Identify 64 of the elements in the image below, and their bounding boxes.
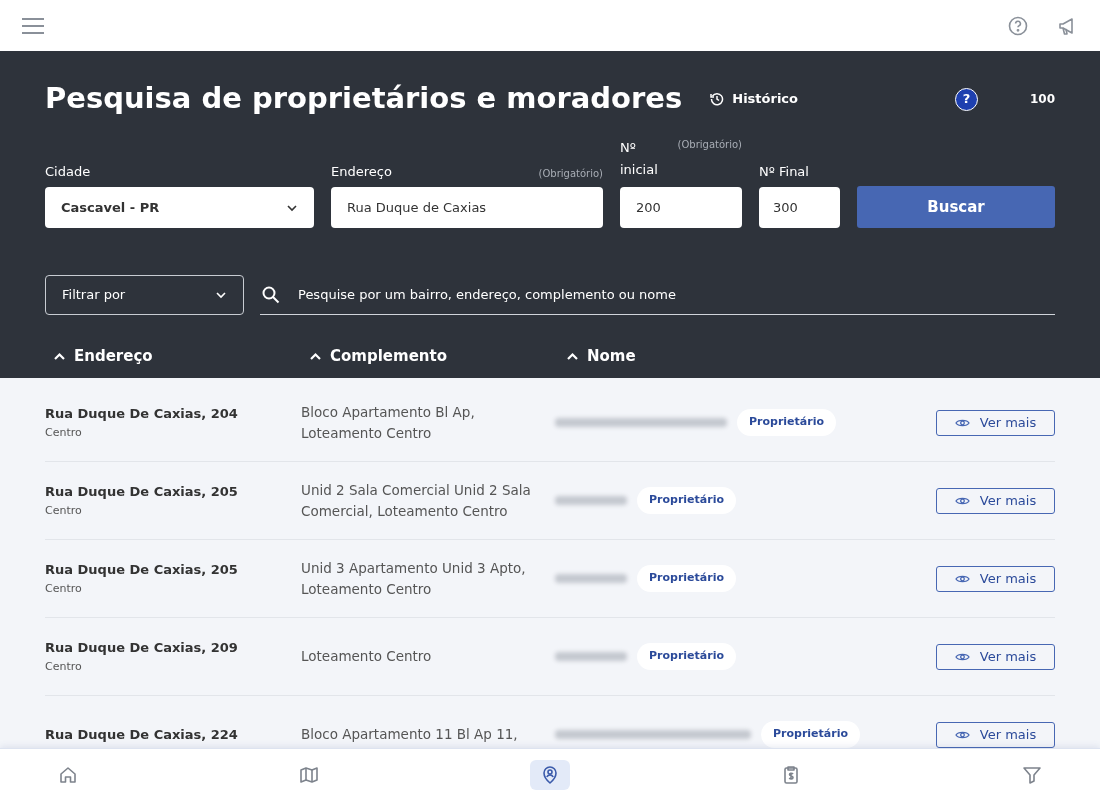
address-input[interactable]: Rua Duque de Caxias <box>331 187 603 228</box>
district-text: Centro <box>45 581 83 597</box>
address-text: Rua Duque De Caxias, 205 <box>45 482 239 501</box>
view-more-button[interactable]: Ver mais <box>936 409 1055 436</box>
address-text: Rua Duque De Caxias, 204 <box>45 404 239 423</box>
field-label: Nº Final <box>759 162 810 181</box>
map-icon <box>299 764 319 785</box>
search-field[interactable]: Pesquise por um bairro, endereço, complemento ou nome <box>298 284 1053 305</box>
result-count: 100 <box>1029 91 1055 108</box>
search-button[interactable]: Buscar <box>857 186 1055 228</box>
chevron-down-icon <box>215 291 227 299</box>
clipboard-icon <box>781 764 801 785</box>
complement-text: Unid 2 Sala Comercial Unid 2 Sala Comercial, Loteamento Centro <box>301 480 532 521</box>
address-text: Rua Duque De Caxias, 205 <box>45 560 239 579</box>
field-label: Endereço <box>331 162 392 181</box>
chevron-up-icon <box>309 351 322 361</box>
district-text: Centro <box>45 503 83 519</box>
filter-icon <box>1022 764 1042 785</box>
complement-text: Unid 3 Apartamento Unid 3 Apto, Loteamento Centro <box>301 558 527 599</box>
field-label: Nº inicial <box>620 139 659 179</box>
filter-dropdown[interactable]: Filtrar por <box>45 275 244 315</box>
history-icon <box>710 92 725 106</box>
view-more-button[interactable]: Ver mais <box>936 565 1055 592</box>
owner-badge: Proprietário <box>637 565 736 592</box>
district-text: Centro <box>45 659 83 675</box>
city-dropdown[interactable]: Cascavel - PR <box>45 187 314 228</box>
help-badge[interactable]: ? <box>954 87 978 111</box>
column-header[interactable]: Endereço <box>45 345 301 368</box>
owner-badge: Proprietário <box>637 487 736 514</box>
eye-icon <box>954 729 970 740</box>
help-icon[interactable] <box>1008 15 1028 36</box>
view-more-button[interactable]: Ver mais <box>936 643 1055 670</box>
required-note: (Obrigatório) <box>538 167 603 181</box>
complement-text: Bloco Apartamento Bl Ap, Loteamento Centro <box>301 402 476 443</box>
address-text: Rua Duque De Caxias, 209 <box>45 638 239 657</box>
district-text: Centro <box>45 425 83 441</box>
column-header[interactable]: Nome <box>558 345 758 368</box>
required-note: (Obrigatório) <box>677 138 742 152</box>
chevron-up-icon <box>566 351 579 361</box>
chevron-down-icon <box>286 203 298 212</box>
field-label: Cidade <box>45 162 92 181</box>
history-button[interactable]: Histórico <box>710 89 798 109</box>
nav-tab[interactable] <box>530 759 570 790</box>
start-number-input[interactable]: 200 <box>620 187 742 228</box>
end-number-input[interactable]: 300 <box>759 187 840 228</box>
page-title: Pesquisa de proprietários e moradores <box>45 80 683 118</box>
eye-icon <box>954 651 970 662</box>
eye-icon <box>954 573 970 584</box>
search-icon <box>262 285 280 304</box>
complement-text: Loteamento Centro <box>301 647 433 666</box>
owner-badge: Proprietário <box>737 409 836 436</box>
address-text: Rua Duque De Caxias, 224 <box>45 725 239 744</box>
owner-badge: Proprietário <box>761 721 860 748</box>
eye-icon <box>954 495 970 506</box>
menu-icon[interactable] <box>22 17 44 34</box>
view-more-button[interactable]: Ver mais <box>936 721 1055 748</box>
home-icon <box>58 764 78 785</box>
eye-icon <box>954 417 970 428</box>
complement-text: Bloco Apartamento 11 Bl Ap 11, <box>301 725 519 744</box>
location-pin-icon <box>540 764 560 785</box>
owner-badge: Proprietário <box>637 643 736 670</box>
column-header[interactable]: Complemento <box>301 345 558 368</box>
view-more-button[interactable]: Ver mais <box>936 487 1055 514</box>
chevron-up-icon <box>53 351 66 361</box>
